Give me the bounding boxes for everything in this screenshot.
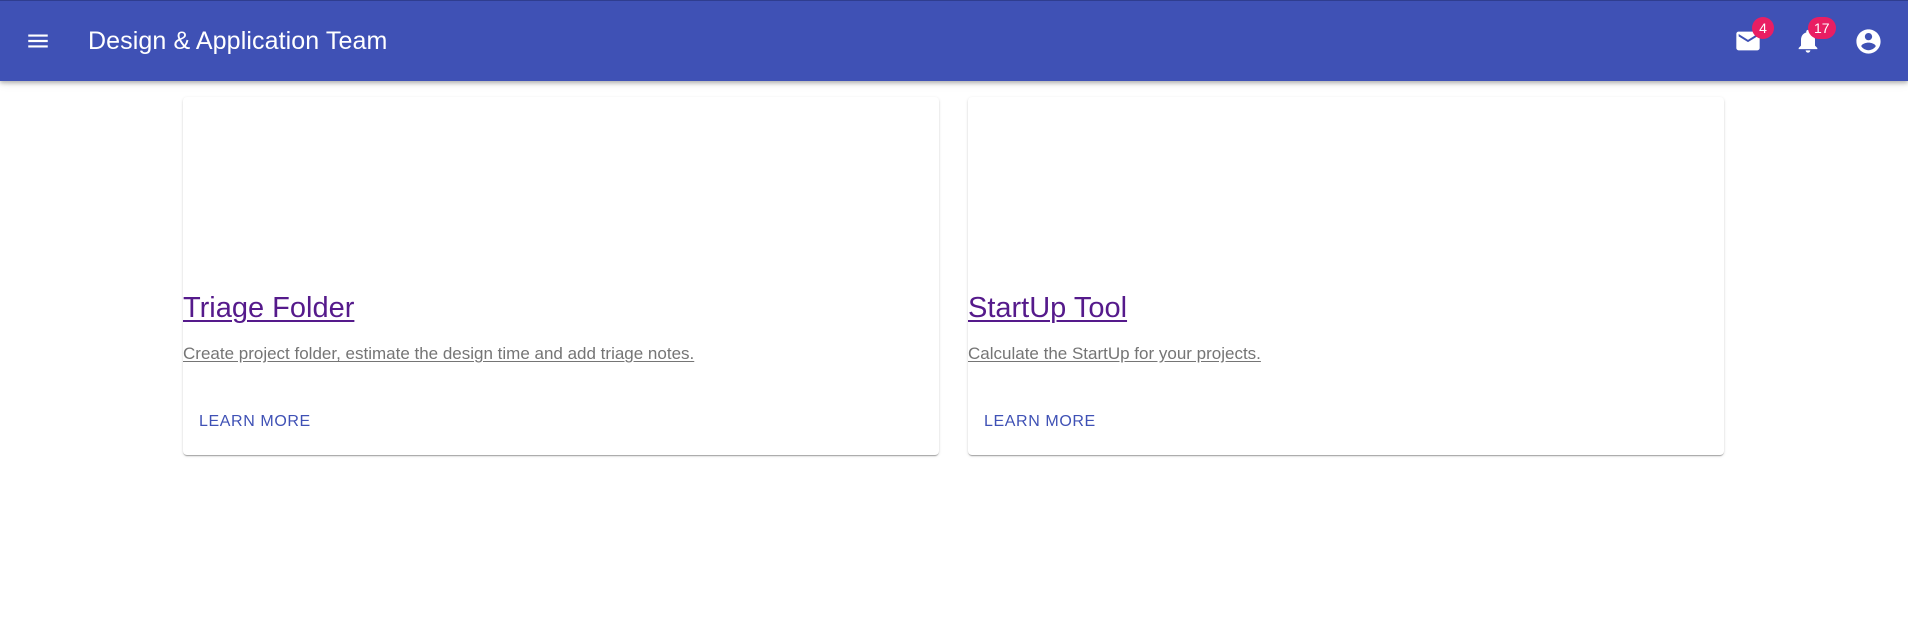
card-title-link[interactable]: StartUp Tool — [968, 288, 1724, 328]
card-action-area[interactable] — [968, 97, 1724, 277]
card-description-link[interactable]: Create project folder, estimate the desi… — [183, 342, 939, 366]
notifications-button[interactable]: 17 — [1784, 17, 1836, 65]
card-description-link[interactable]: Calculate the StartUp for your projects. — [968, 342, 1724, 366]
notifications-badge: 17 — [1808, 17, 1836, 39]
account-circle-icon — [1855, 28, 1881, 54]
card-title-link[interactable]: Triage Folder — [183, 288, 939, 328]
card-triage-folder: Triage Folder Create project folder, est… — [183, 97, 939, 455]
menu-icon — [28, 34, 48, 48]
mail-badge: 4 — [1752, 17, 1774, 39]
learn-more-button[interactable]: Learn More — [191, 404, 319, 440]
account-button[interactable] — [1844, 17, 1892, 65]
learn-more-button[interactable]: Learn More — [976, 404, 1104, 440]
menu-button[interactable] — [14, 17, 62, 65]
app-title: Design & Application Team — [88, 27, 388, 55]
mail-button[interactable]: 4 — [1724, 17, 1774, 65]
app-bar: Design & Application Team 4 17 — [0, 0, 1908, 81]
card-startup-tool: StartUp Tool Calculate the StartUp for y… — [968, 97, 1724, 455]
card-action-area[interactable] — [183, 97, 939, 277]
